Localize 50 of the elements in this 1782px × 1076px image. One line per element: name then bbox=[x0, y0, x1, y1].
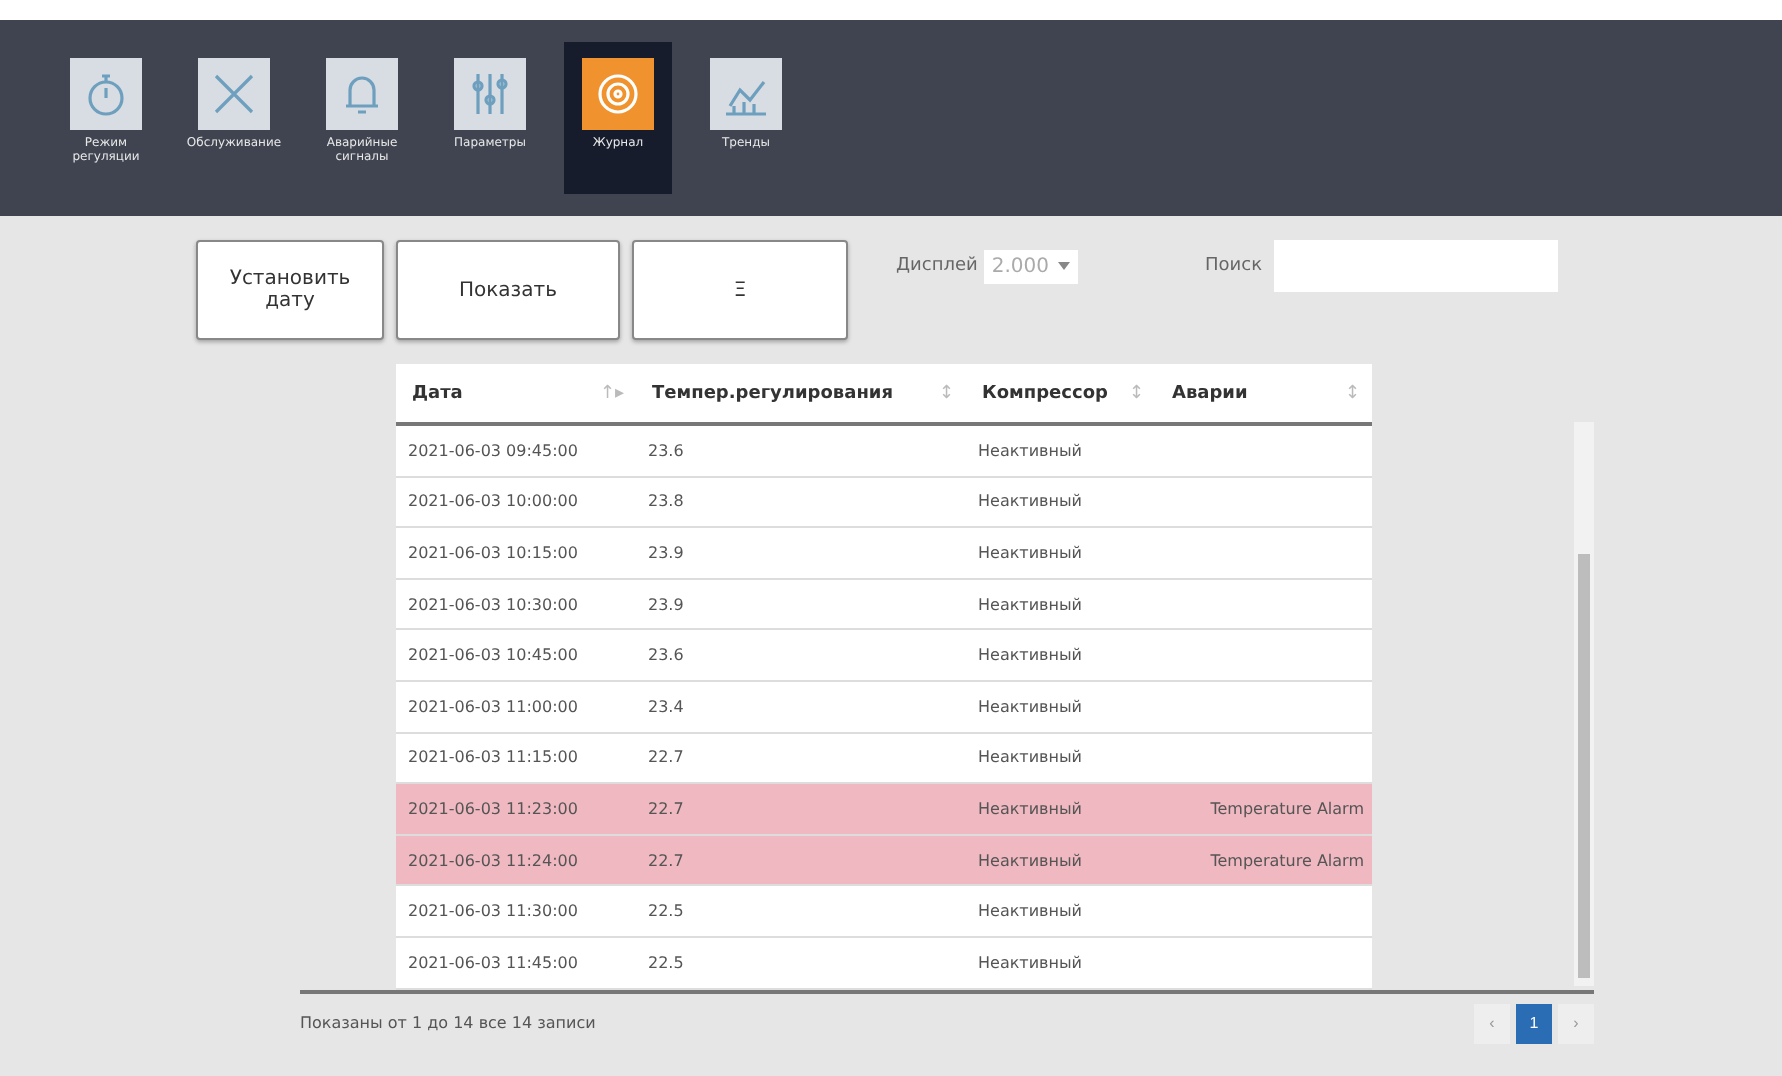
table-cell-text: 23.9 bbox=[646, 595, 686, 614]
page-button[interactable]: 1 bbox=[1516, 1003, 1552, 1044]
table-cell-text: 22.7 bbox=[646, 851, 686, 870]
column-header[interactable]: Компрессор ↕ bbox=[966, 383, 1156, 403]
scrollbar-thumb[interactable] bbox=[1578, 554, 1590, 978]
column-header[interactable]: Аварии ↕ bbox=[1156, 383, 1372, 403]
table-cell-text: 2021-06-03 11:24:00 bbox=[406, 851, 580, 870]
table-cell-text: Неактивный bbox=[976, 748, 1084, 767]
set-date-button[interactable]: Установить дату bbox=[196, 240, 384, 340]
table-cell-text: 23.9 bbox=[646, 543, 686, 562]
menu-button[interactable]: Ξ bbox=[632, 240, 848, 340]
table-cell-text: 23.6 bbox=[646, 646, 686, 665]
table-cell-text: Неактивный bbox=[976, 441, 1084, 460]
table-cell-text: 23.6 bbox=[646, 441, 686, 460]
table-cell-text: 2021-06-03 11:23:00 bbox=[406, 799, 580, 818]
search-label: Поиск bbox=[1205, 256, 1263, 276]
table-cell-text: Неактивный bbox=[976, 902, 1084, 921]
records-info: Показаны от 1 до 14 все 14 записи bbox=[300, 1014, 596, 1033]
table-cell-text: 2021-06-03 11:00:00 bbox=[406, 697, 580, 716]
scrollbar[interactable] bbox=[1574, 422, 1594, 986]
table-cell-text: Неактивный bbox=[976, 595, 1084, 614]
table-cell-text: 23.4 bbox=[646, 697, 686, 716]
table-cell-text: Неактивный bbox=[976, 646, 1084, 665]
display-label: Дисплей bbox=[896, 256, 978, 276]
table-cell-text: 22.5 bbox=[646, 953, 686, 972]
table-cell-text: Неактивный bbox=[976, 799, 1084, 818]
table-cell-text: Temperature Alarm bbox=[1208, 851, 1366, 870]
table-cell-text: Неактивный bbox=[976, 851, 1084, 870]
table-cell-text: 2021-06-03 10:45:00 bbox=[406, 646, 580, 665]
table-cell-text: 2021-06-03 11:30:00 bbox=[406, 902, 580, 921]
table-cell-text: Temperature Alarm bbox=[1208, 799, 1366, 818]
search-field[interactable] bbox=[1274, 240, 1559, 292]
table-cell-text: 23.8 bbox=[646, 492, 686, 511]
table-cell-text: 22.5 bbox=[646, 902, 686, 921]
table-cell-text: 2021-06-03 09:45:00 bbox=[406, 441, 580, 460]
table-cell-text: 2021-06-03 11:15:00 bbox=[406, 748, 580, 767]
table-cell-text: Неактивный bbox=[976, 697, 1084, 716]
column-header[interactable]: Дата ↑▸ bbox=[396, 383, 636, 403]
table-cell-text: Неактивный bbox=[976, 492, 1084, 511]
table-cell-text: Неактивный bbox=[976, 953, 1084, 972]
table-cell-text: 22.7 bbox=[646, 799, 686, 818]
table-cell-text: 22.7 bbox=[646, 748, 686, 767]
table-cell-text: Неактивный bbox=[976, 543, 1084, 562]
table-cell-text: 2021-06-03 10:30:00 bbox=[406, 595, 580, 614]
table-cell-text: 2021-06-03 11:45:00 bbox=[406, 953, 580, 972]
table-cell-text: 2021-06-03 10:00:00 bbox=[406, 492, 580, 511]
column-header[interactable]: Темпер.регулирования ↕ bbox=[636, 383, 966, 403]
table-cell-text: 2021-06-03 10:15:00 bbox=[406, 543, 580, 562]
caret-icon bbox=[1057, 262, 1069, 270]
show-button[interactable]: Показать bbox=[396, 240, 620, 340]
